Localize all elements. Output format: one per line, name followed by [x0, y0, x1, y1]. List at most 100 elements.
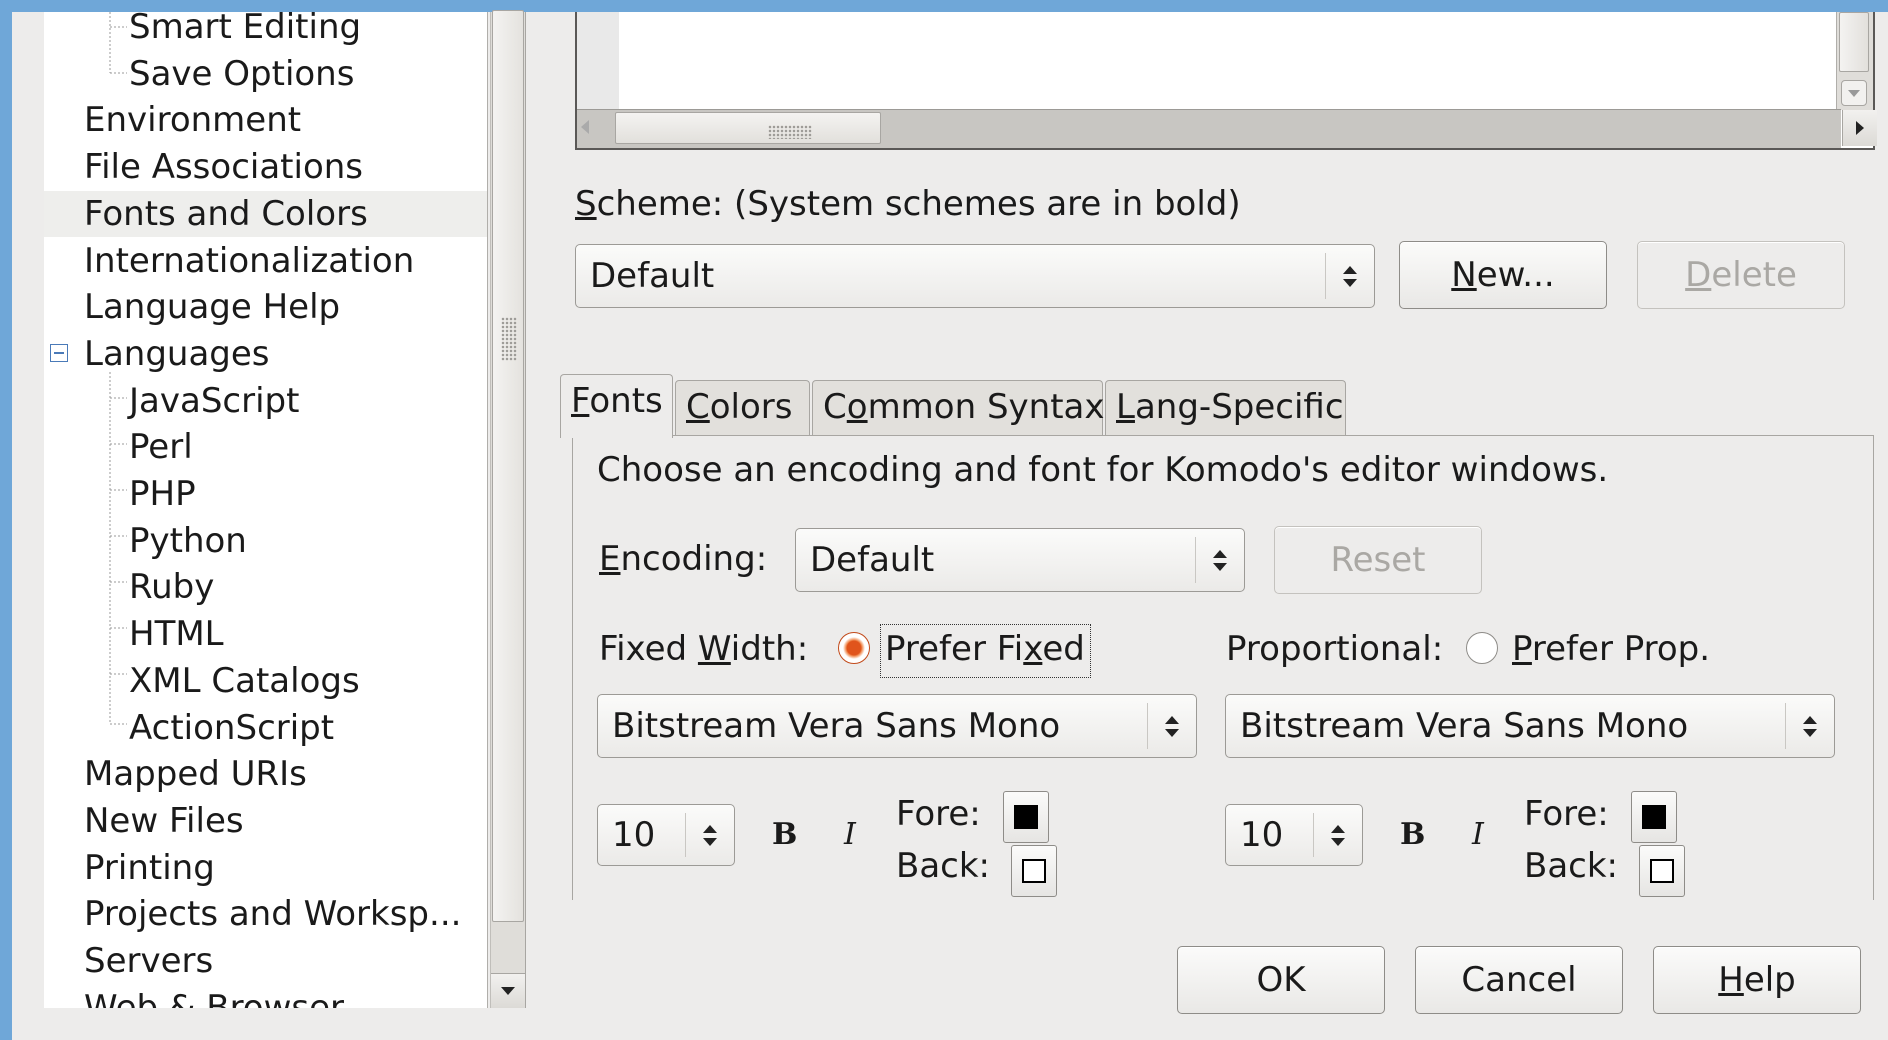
tree-item[interactable]: Internationalization — [44, 238, 487, 284]
tree-item[interactable]: Printing — [44, 845, 487, 891]
tree-item[interactable]: Language Help — [44, 284, 487, 330]
italic-toggle[interactable]: I — [844, 817, 856, 852]
preview-gutter — [577, 12, 619, 110]
preview-vscroll-thumb[interactable] — [1839, 12, 1869, 72]
new-mnemonic: N — [1451, 255, 1477, 295]
tab-lang-specific[interactable]: Lang-Specific — [1105, 380, 1346, 436]
tab-common-syntax-prefix: C — [823, 387, 847, 427]
prefer-prop-label[interactable]: Prefer Prop. — [1512, 629, 1710, 669]
delete-scheme-button[interactable]: Delete — [1637, 241, 1845, 309]
tree-item-label: Python — [129, 520, 247, 561]
tree-item-label: JavaScript — [129, 380, 300, 421]
scroll-left-button[interactable] — [581, 120, 589, 134]
tree-item[interactable]: Python — [44, 518, 487, 564]
prop-font-size-value: 10 — [1240, 815, 1284, 855]
tab-fonts-mnemonic: F — [571, 381, 590, 421]
prefer-prop-radio[interactable] — [1466, 632, 1498, 664]
color-swatch-black — [1642, 805, 1666, 829]
prop-fore-color-button[interactable] — [1631, 791, 1677, 843]
tree-item[interactable]: JavaScript — [44, 378, 487, 424]
prefer-fixed-label[interactable]: Prefer Fixed — [885, 629, 1085, 669]
updown-arrows-icon — [1195, 537, 1244, 583]
prefer-prop-text: refer Prop. — [1531, 629, 1711, 669]
help-mnemonic: H — [1718, 960, 1744, 1000]
prop-back-color-button[interactable] — [1639, 845, 1685, 897]
tree-item[interactable]: Servers — [44, 938, 487, 984]
font-preview-pane[interactable] — [575, 12, 1877, 150]
scheme-select[interactable]: Default — [575, 244, 1375, 308]
new-text: ew... — [1476, 255, 1555, 295]
tab-colors[interactable]: Colors — [675, 380, 810, 436]
encoding-select[interactable]: Default — [795, 528, 1245, 592]
tree-item[interactable]: XML Catalogs — [44, 658, 487, 704]
collapse-icon[interactable] — [50, 343, 68, 362]
arrow-left-icon — [581, 120, 589, 134]
cancel-button[interactable]: Cancel — [1415, 946, 1623, 1014]
tree-item[interactable]: PHP — [44, 471, 487, 517]
tree-item[interactable]: ActionScript — [44, 705, 487, 751]
fixed-width-prefix: Fixed — [599, 629, 698, 669]
reset-encoding-button[interactable]: Reset — [1274, 526, 1482, 594]
scroll-down-button[interactable] — [491, 973, 525, 1008]
scroll-right-button[interactable] — [1842, 110, 1877, 146]
color-swatch-black — [1014, 805, 1038, 829]
scheme-label-mnemonic: S — [575, 184, 597, 224]
preview-hscroll-thumb[interactable] — [615, 112, 881, 144]
tree-item-label: Fonts and Colors — [84, 193, 368, 234]
fixed-font-value: Bitstream Vera Sans Mono — [612, 706, 1061, 746]
encoding-select-value: Default — [810, 540, 935, 580]
tab-fonts-text: onts — [589, 381, 663, 421]
tree-item-label: Internationalization — [84, 240, 415, 281]
preview-horizontal-scrollbar[interactable] — [577, 109, 1877, 148]
preview-scroll-down-button[interactable] — [1841, 80, 1867, 106]
tree-item[interactable]: Web & Browser — [44, 985, 487, 1008]
tab-colors-text: olors — [709, 387, 793, 427]
tab-fonts[interactable]: Fonts — [560, 374, 673, 438]
tree-item-label: XML Catalogs — [129, 660, 360, 701]
tree-item[interactable]: Languages — [44, 331, 487, 377]
prop-back-label: Back: — [1524, 846, 1618, 886]
prop-bold-toggle[interactable]: B — [1400, 817, 1425, 852]
encoding-mnemonic: E — [599, 539, 621, 579]
help-button[interactable]: Help — [1653, 946, 1861, 1014]
category-tree[interactable]: Smart Editing Save Options Environment File… — [44, 12, 488, 1008]
tree-item[interactable]: New Files — [44, 798, 487, 844]
tree-item[interactable]: Mapped URIs — [44, 751, 487, 797]
fixed-font-select[interactable]: Bitstream Vera Sans Mono — [597, 694, 1197, 758]
tree-item-label: Servers — [84, 941, 214, 981]
color-swatch-white — [1650, 859, 1674, 883]
tree-item[interactable]: Environment — [44, 97, 487, 143]
prop-font-size-stepper[interactable]: 10 — [1225, 804, 1363, 866]
tree-item[interactable]: Perl — [44, 424, 487, 470]
preview-vertical-scrollbar[interactable] — [1836, 12, 1873, 110]
tree-item-label: HTML — [129, 614, 224, 655]
proportional-label: Proportional: — [1226, 629, 1444, 669]
tree-item[interactable]: File Associations — [44, 144, 487, 190]
tree-item[interactable]: HTML — [44, 611, 487, 657]
tree-item-label: Web & Browser — [84, 987, 345, 1008]
fixed-fore-color-button[interactable] — [1003, 791, 1049, 843]
ok-button[interactable]: OK — [1177, 946, 1385, 1014]
tree-item[interactable]: Smart Editing — [44, 12, 487, 50]
fixed-back-label: Back: — [896, 846, 990, 886]
fixed-width-mnemonic: W — [697, 629, 731, 669]
tree-scrollbar-thumb[interactable] — [492, 10, 524, 922]
new-scheme-button[interactable]: New... — [1399, 241, 1607, 309]
tree-item-label: Languages — [84, 333, 270, 374]
tree-item-label: Save Options — [129, 53, 355, 94]
prop-italic-toggle[interactable]: I — [1472, 817, 1484, 852]
tree-item[interactable]: Projects and Worksp... — [44, 891, 487, 937]
tree-item[interactable]: Save Options — [44, 51, 487, 97]
fixed-font-size-stepper[interactable]: 10 — [597, 804, 735, 866]
fixed-width-label: Fixed Width: — [599, 629, 808, 669]
tree-scrollbar[interactable] — [490, 10, 526, 1008]
proportional-font-select[interactable]: Bitstream Vera Sans Mono — [1225, 694, 1835, 758]
tree-item[interactable]: Ruby — [44, 564, 487, 610]
tab-lang-specific-text: ang-Specific — [1134, 387, 1344, 427]
tree-item-label: Mapped URIs — [84, 754, 307, 795]
bold-toggle[interactable]: B — [772, 817, 797, 852]
prefer-fixed-radio[interactable] — [838, 632, 870, 664]
tab-common-syntax[interactable]: Common Syntax — [812, 380, 1105, 436]
fixed-back-color-button[interactable] — [1011, 845, 1057, 897]
tree-item[interactable]: Fonts and Colors — [44, 190, 487, 237]
